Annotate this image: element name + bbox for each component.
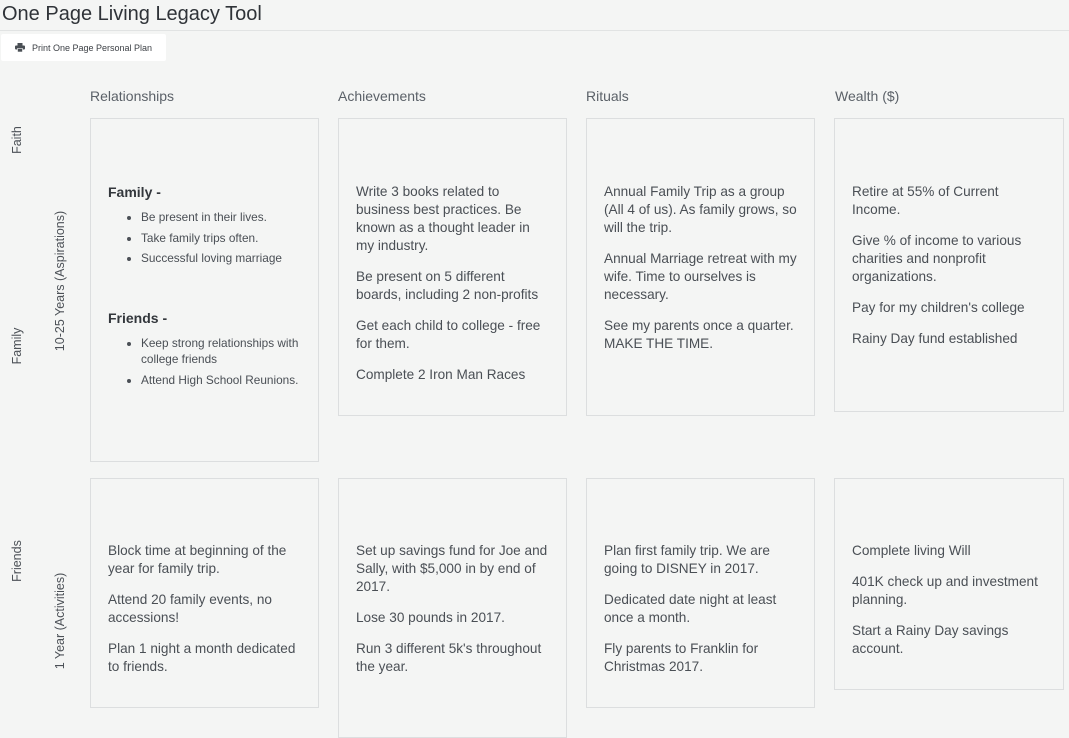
- card-text: Set up savings fund for Joe and Sally, w…: [356, 543, 548, 594]
- row-label-aspirations: 10-25 Years (Aspirations): [53, 210, 67, 352]
- card-text: Block time at beginning of the year for …: [108, 543, 287, 576]
- printer-icon: [14, 43, 25, 52]
- friends-goals-list: Keep strong relationships with college f…: [108, 335, 301, 388]
- list-item: Keep strong relationships with college f…: [141, 335, 301, 367]
- friends-heading: Friends -: [108, 310, 168, 326]
- card-text: Complete 2 Iron Man Races: [356, 367, 526, 382]
- card-text: Annual Family Trip as a group (All 4 of …: [604, 184, 797, 235]
- row-label-activities: 1 Year (Activities): [53, 572, 67, 670]
- card-text: Plan first family trip. We are going to …: [604, 543, 770, 576]
- list-item: Successful loving marriage: [141, 250, 301, 266]
- card-text: Be present on 5 different boards, includ…: [356, 269, 539, 302]
- card-achievements-activities: Set up savings fund for Joe and Sally, w…: [338, 478, 567, 738]
- card-text: Complete living Will: [852, 543, 971, 558]
- card-relationships-aspirations: Family - Be present in their lives. Take…: [90, 118, 319, 462]
- card-text: Annual Marriage retreat with my wife. Ti…: [604, 251, 797, 302]
- card-text: Dedicated date night at least once a mon…: [604, 592, 777, 625]
- card-text: Pay for my children's college: [852, 300, 1025, 315]
- list-item: Attend High School Reunions.: [141, 372, 301, 388]
- list-item: Take family trips often.: [141, 230, 301, 246]
- column-header-achievements: Achievements: [338, 88, 426, 104]
- card-relationships-activities: Block time at beginning of the year for …: [90, 478, 319, 708]
- family-heading: Family -: [108, 184, 161, 200]
- card-text: Write 3 books related to business best p…: [356, 184, 530, 253]
- column-header-wealth: Wealth ($): [835, 88, 900, 104]
- card-rituals-activities: Plan first family trip. We are going to …: [586, 478, 815, 708]
- side-label-friends: Friends: [10, 540, 24, 582]
- card-text: Plan 1 night a month dedicated to friend…: [108, 641, 296, 674]
- card-wealth-activities: Complete living Will 401K check up and i…: [834, 478, 1064, 690]
- card-text: Get each child to college - free for the…: [356, 318, 541, 351]
- print-plan-button[interactable]: Print One Page Personal Plan: [1, 34, 166, 61]
- side-label-family: Family: [10, 327, 24, 365]
- side-label-faith: Faith: [10, 126, 24, 154]
- title-bar: One Page Living Legacy Tool: [0, 0, 1069, 31]
- card-text: See my parents once a quarter. MAKE THE …: [604, 318, 794, 351]
- card-text: Fly parents to Franklin for Christmas 20…: [604, 641, 759, 674]
- card-text: Start a Rainy Day savings account.: [852, 623, 1009, 656]
- card-achievements-aspirations: Write 3 books related to business best p…: [338, 118, 567, 416]
- card-text: Run 3 different 5k's throughout the year…: [356, 641, 542, 674]
- page-title: One Page Living Legacy Tool: [2, 3, 262, 25]
- card-text: 401K check up and investment planning.: [852, 574, 1038, 607]
- card-text: Lose 30 pounds in 2017.: [356, 610, 505, 625]
- column-header-rituals: Rituals: [586, 88, 629, 104]
- family-goals-list: Be present in their lives. Take family t…: [108, 209, 301, 266]
- card-rituals-aspirations: Annual Family Trip as a group (All 4 of …: [586, 118, 815, 416]
- card-text: Rainy Day fund established: [852, 331, 1018, 346]
- card-text: Retire at 55% of Current Income.: [852, 184, 999, 217]
- list-item: Be present in their lives.: [141, 209, 301, 225]
- print-plan-label: Print One Page Personal Plan: [31, 42, 153, 53]
- card-text: Give % of income to various charities an…: [852, 233, 1022, 284]
- card-wealth-aspirations: Retire at 55% of Current Income. Give % …: [834, 118, 1064, 412]
- column-header-relationships: Relationships: [90, 88, 175, 104]
- card-text: Attend 20 family events, no accessions!: [108, 592, 272, 625]
